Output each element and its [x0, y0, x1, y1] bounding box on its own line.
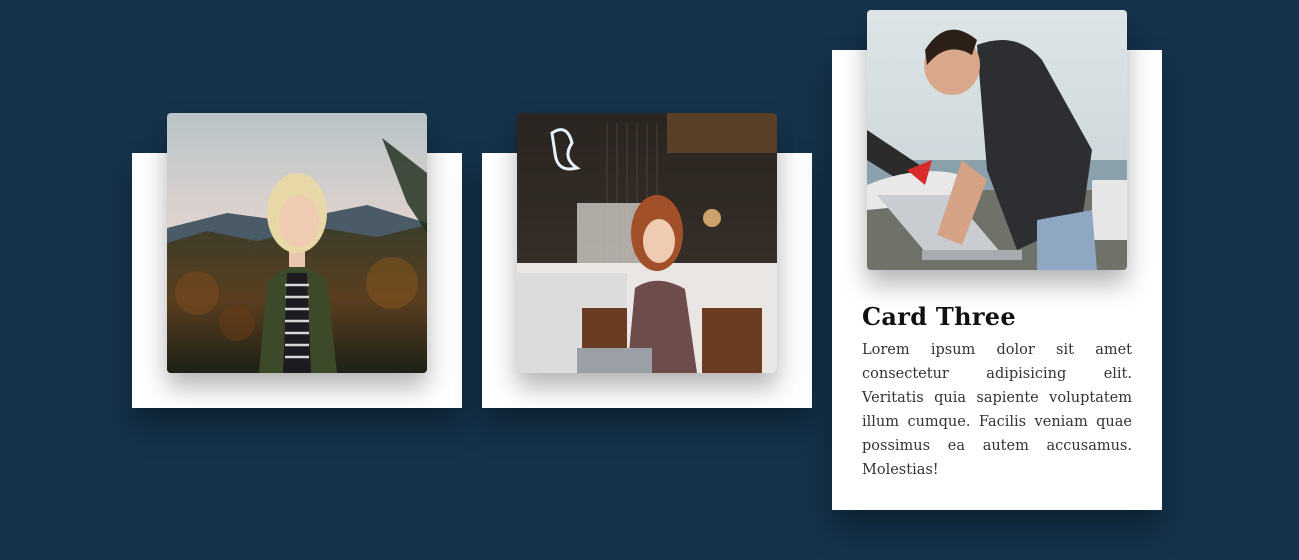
- card-two[interactable]: [482, 113, 812, 408]
- card-three-photo: [867, 10, 1127, 270]
- man-laptop-outdoors-image: [867, 10, 1127, 270]
- card-one[interactable]: [132, 113, 462, 408]
- card-two-photo: [517, 113, 777, 373]
- card-three-text: Lorem ipsum dolor sit amet consectetur a…: [862, 342, 1132, 478]
- woman-cafe-laptop-image: [517, 113, 777, 373]
- card-one-photo: [167, 113, 427, 373]
- card-three[interactable]: Card Three Lorem ipsum dolor sit amet co…: [832, 10, 1162, 510]
- card-three-title: Card Three: [862, 302, 1016, 331]
- portrait-woman-forest-image: [167, 113, 427, 373]
